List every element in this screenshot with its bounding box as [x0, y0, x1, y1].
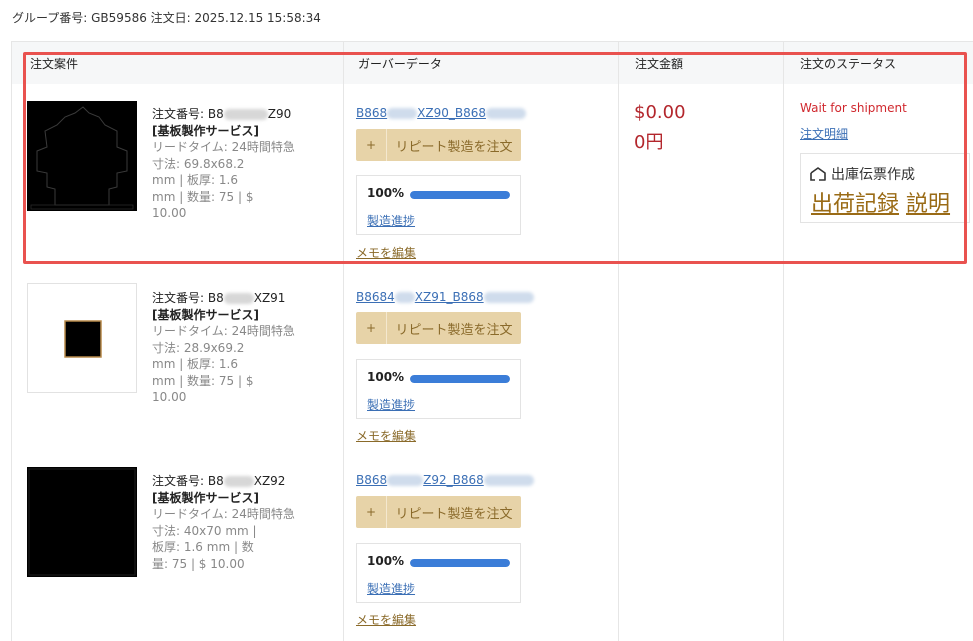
order-detail-link[interactable]: 注文明細 [800, 125, 848, 142]
pcb-outline-icon [30, 106, 134, 210]
gerber-prefix: B868 [356, 473, 388, 487]
detail-line: 10.00 [152, 206, 187, 220]
progress-box: 100% 製造進捗 [356, 359, 521, 419]
progress-bar [410, 375, 510, 383]
progress-box: 100% 製造進捗 [356, 175, 521, 235]
shipping-record-link[interactable]: 出荷記録 [811, 192, 899, 217]
detail-line: 寸法: 69.8x68.2 [152, 156, 245, 171]
pcb-outline-icon [28, 468, 136, 576]
detail-line: mm | 板厚: 1.6 [152, 357, 238, 371]
edit-memo-link[interactable]: メモを編集 [356, 244, 416, 261]
pcb-thumbnail[interactable] [27, 283, 137, 393]
order-number-prefix: 注文番号: B8 [152, 291, 224, 305]
detail-line: リードタイム: 24時間特急 [152, 507, 295, 521]
service-label: [基板製作サービス] [152, 123, 259, 138]
detail-line: mm | 板厚: 1.6 [152, 173, 238, 187]
order-number-prefix: 注文番号: B8 [152, 107, 224, 121]
progress-bar [410, 191, 510, 199]
progress-link[interactable]: 製造進捗 [367, 212, 415, 229]
column-divider [343, 42, 344, 641]
order-info: 注文番号: B8 XZ92 [基板製作サービス] リードタイム: 24時間特急 寸… [152, 473, 312, 572]
shipping-slip-button[interactable]: 出庫伝票作成 [809, 164, 915, 184]
gerber-file-link[interactable]: B8684 XZ91_B868 [356, 290, 534, 304]
house-icon [810, 167, 826, 181]
service-label: [基板製作サービス] [152, 307, 259, 322]
repeat-order-label: リピート製造を注文 [395, 139, 513, 155]
status-badge: Wait for shipment [800, 101, 907, 115]
detail-line: 板厚: 1.6 mm | 数 [152, 540, 254, 554]
gerber-prefix: B8684 [356, 290, 395, 304]
progress-box: 100% 製造進捗 [356, 543, 521, 603]
progress-bar [410, 559, 510, 567]
gerber-mid: XZ91_B868 [414, 290, 484, 304]
table-header: 注文案件 ガーバーデータ 注文金額 注文のステータス [12, 42, 973, 84]
service-label: [基板製作サービス] [152, 490, 259, 505]
detail-line: 寸法: 40x70 mm | [152, 523, 257, 538]
pcb-thumbnail[interactable] [27, 467, 137, 577]
header-gerber: ガーバーデータ [358, 57, 442, 71]
progress-fill [410, 375, 510, 383]
column-divider [618, 42, 619, 641]
gerber-file-link[interactable]: B868 Z92_B868 [356, 473, 534, 487]
order-number-suffix: Z90 [267, 107, 292, 121]
header-case: 注文案件 [30, 57, 79, 71]
gerber-mid: Z92_B868 [423, 473, 484, 487]
detail-line: 寸法: 28.9x69.2 [152, 340, 245, 355]
amount-jpy: 0円 [634, 132, 664, 153]
shipping-slip-label: 出庫伝票作成 [831, 167, 915, 183]
order-number-suffix: XZ92 [253, 474, 286, 488]
column-divider [783, 42, 784, 641]
progress-percent: 100% [367, 186, 405, 200]
progress-percent: 100% [367, 370, 405, 384]
repeat-order-label: リピート製造を注文 [395, 322, 513, 338]
detail-line: 量: 75 | $ 10.00 [152, 556, 245, 571]
repeat-order-button[interactable]: + リピート製造を注文 [356, 312, 521, 344]
plus-icon: + [356, 129, 387, 161]
order-number-prefix: 注文番号: B8 [152, 474, 224, 488]
detail-line: リードタイム: 24時間特急 [152, 324, 295, 338]
progress-percent: 100% [367, 554, 405, 568]
pcb-thumbnail[interactable] [27, 101, 137, 211]
repeat-order-label: リピート製造を注文 [395, 506, 513, 522]
repeat-order-button[interactable]: + リピート製造を注文 [356, 129, 521, 161]
progress-fill [410, 191, 510, 199]
shipping-links: 出荷記録 説明 [811, 186, 950, 218]
edit-memo-link[interactable]: メモを編集 [356, 611, 416, 628]
group-info: グループ番号: GB59586 注文日: 2025.12.15 15:58:34 [12, 11, 321, 25]
order-info: 注文番号: B8 XZ91 [基板製作サービス] リードタイム: 24時間特急 寸… [152, 290, 312, 406]
gerber-prefix: B868 [356, 106, 388, 120]
order-number-suffix: XZ91 [253, 291, 286, 305]
header-amount: 注文金額 [635, 57, 684, 71]
pcb-outline-icon [64, 320, 102, 358]
shipping-box: 出庫伝票作成 出荷記録 説明 [800, 153, 970, 223]
detail-line: mm | 数量: 75 | $ [152, 189, 254, 204]
detail-line: リードタイム: 24時間特急 [152, 140, 295, 154]
gerber-mid: XZ90_B868 [417, 106, 486, 120]
progress-fill [410, 559, 510, 567]
progress-link[interactable]: 製造進捗 [367, 580, 415, 597]
detail-line: mm | 数量: 75 | $ [152, 373, 254, 388]
plus-icon: + [356, 496, 387, 528]
repeat-order-button[interactable]: + リピート製造を注文 [356, 496, 521, 528]
header-status: 注文のステータス [800, 57, 897, 71]
plus-icon: + [356, 312, 387, 344]
progress-link[interactable]: 製造進捗 [367, 396, 415, 413]
detail-line: 10.00 [152, 390, 187, 404]
edit-memo-link[interactable]: メモを編集 [356, 427, 416, 444]
amount-usd: $0.00 [634, 102, 686, 123]
order-info: 注文番号: B8 Z90 [基板製作サービス] リードタイム: 24時間特急 寸法… [152, 106, 312, 222]
shipping-explain-link[interactable]: 説明 [906, 192, 950, 217]
gerber-file-link[interactable]: B868 XZ90_B868 [356, 106, 526, 120]
